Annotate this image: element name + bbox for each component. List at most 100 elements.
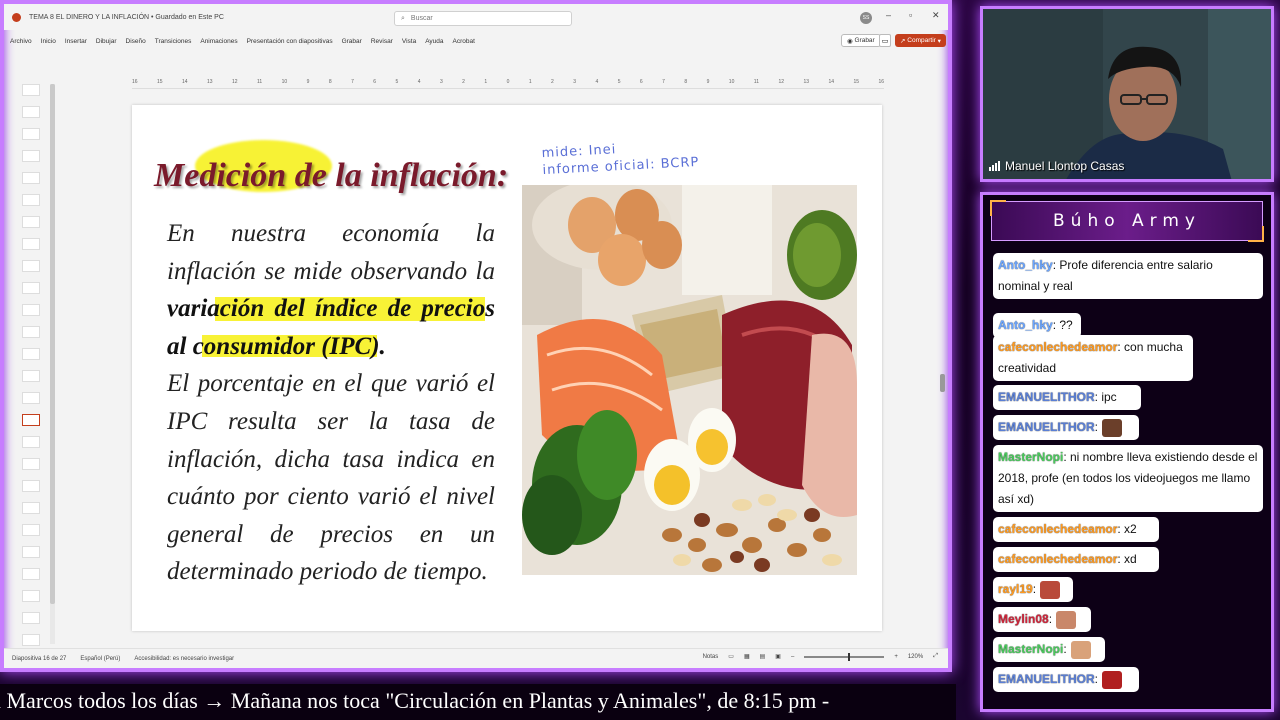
ruler-tick: 6 [639, 79, 643, 85]
slide-thumbnail[interactable] [22, 194, 40, 206]
slide-title: Medición de la inflación: [154, 157, 509, 194]
slide-thumbnail[interactable] [22, 370, 40, 382]
chat-username[interactable]: cafeconlechedeamor [998, 522, 1117, 536]
notes-button[interactable]: Notas [703, 654, 719, 660]
maximize-icon[interactable]: ▫ [909, 10, 912, 20]
accessibility-status[interactable]: Accesibilidad: es necesario investigar [134, 656, 234, 662]
slide-thumbnail[interactable] [22, 634, 40, 646]
chat-username[interactable]: EMANUELITHOR [998, 390, 1095, 404]
slide-thumbnail[interactable] [22, 590, 40, 602]
food-photo [522, 185, 857, 575]
language-indicator[interactable]: Español (Perú) [80, 656, 120, 662]
chat-message: EMANUELITHOR: ipc [993, 385, 1141, 410]
search-icon: ⌕ [401, 14, 405, 22]
body-line: El porcentaje en el que varió el [167, 370, 495, 398]
ribbon-tab[interactable]: Animaciones [200, 38, 237, 45]
ribbon-tab[interactable]: Acrobat [453, 38, 475, 45]
presenter-icon[interactable]: ▣ [775, 653, 781, 660]
minimize-icon[interactable]: – [886, 10, 891, 20]
slide-thumbnail[interactable] [22, 348, 40, 360]
zoom-slider[interactable] [804, 652, 885, 661]
ribbon-tab[interactable]: Presentación con diapositivas [247, 38, 333, 45]
slide-thumbnail[interactable] [22, 326, 40, 338]
chat-username[interactable]: cafeconlechedeamor [998, 340, 1117, 354]
search-input[interactable]: ⌕ Buscar [394, 11, 572, 26]
slide-thumbnail[interactable] [22, 304, 40, 316]
ribbon-tab[interactable]: Archivo [10, 38, 32, 45]
slide-thumbnail[interactable] [22, 458, 40, 470]
ruler-tick: 1 [528, 79, 532, 85]
ruler-tick: 4 [595, 79, 599, 85]
chat-text: : [1048, 612, 1053, 626]
slide-thumbnail[interactable] [22, 238, 40, 250]
slide-thumbnail[interactable] [22, 568, 40, 580]
body-line: variación del índice de precios [167, 295, 495, 323]
chat-username[interactable]: MasterNopi [998, 450, 1063, 464]
normal-view-icon[interactable]: ▭ [728, 653, 734, 660]
zoom-in-icon[interactable]: + [894, 654, 898, 660]
ribbon-tab[interactable]: Diseño [126, 38, 146, 45]
share-button[interactable]: ↗ Compartir ▾ [895, 34, 946, 47]
ribbon-tab[interactable]: Ayuda [425, 38, 443, 45]
ribbon-tab[interactable]: Inicio [41, 38, 56, 45]
emote-icon [1056, 610, 1077, 629]
slide-thumbnail[interactable] [22, 216, 40, 228]
ruler-tick: 0 [506, 79, 510, 85]
reading-view-icon[interactable]: ▤ [760, 653, 766, 660]
record-button[interactable]: ◉ Grabar [841, 34, 881, 47]
ribbon-tab[interactable]: Dibujar [96, 38, 117, 45]
body-line: IPC resulta ser la tasa de [167, 407, 495, 435]
slide-thumbnail[interactable] [22, 282, 40, 294]
slide-thumbnail[interactable] [22, 480, 40, 492]
slide-thumbnail[interactable] [22, 546, 40, 558]
slide-scrollbar[interactable] [940, 94, 945, 614]
chat-username[interactable]: cafeconlechedeamor [998, 552, 1117, 566]
ruler-tick: 12 [778, 79, 784, 85]
close-icon[interactable]: ✕ [932, 10, 940, 21]
slide-thumbnail[interactable] [22, 502, 40, 514]
ribbon-tab[interactable]: Transiciones [155, 38, 192, 45]
comments-icon[interactable]: ▭ [879, 34, 891, 47]
avatar[interactable]: SS [860, 12, 872, 24]
chat-message: MasterNopi: [993, 637, 1105, 662]
slide-sorter-icon[interactable]: ▦ [744, 653, 750, 660]
chat-username[interactable]: Anto_hky [998, 258, 1053, 272]
chat-username[interactable]: Meylin08 [998, 612, 1049, 626]
slide-thumbnail[interactable] [22, 150, 40, 162]
zoom-out-icon[interactable]: – [791, 654, 794, 660]
chat-username[interactable]: EMANUELITHOR [998, 672, 1095, 686]
chat-username[interactable]: MasterNopi [998, 642, 1063, 656]
ruler-tick: 13 [803, 79, 809, 85]
slide-thumbnail[interactable] [22, 128, 40, 140]
ribbon-tab[interactable]: Revisar [371, 38, 393, 45]
chat-text: : [1032, 582, 1037, 596]
zoom-level[interactable]: 120% [908, 654, 923, 660]
fit-slide-icon[interactable]: ⤢ [933, 653, 938, 660]
ruler-tick: 10 [728, 79, 735, 85]
ruler-tick: 13 [207, 79, 213, 85]
ruler-tick: 16 [132, 79, 138, 85]
chat-message: MasterNopi: ni nombre lleva existiendo d… [993, 445, 1263, 512]
thumbnail-scrollbar[interactable] [50, 84, 55, 644]
slide-thumbnail[interactable] [22, 106, 40, 118]
chat-username[interactable]: Anto_hky [998, 318, 1053, 332]
slide-thumbnail[interactable] [22, 392, 40, 404]
slide-thumbnail[interactable] [22, 612, 40, 624]
slide-thumbnail[interactable] [22, 436, 40, 448]
chat-message: rayl19: [993, 577, 1073, 602]
slide-thumbnail[interactable] [22, 414, 40, 426]
ribbon-tab[interactable]: Vista [402, 38, 416, 45]
slide-thumbnail[interactable] [22, 524, 40, 536]
slide-thumbnail[interactable] [22, 84, 40, 96]
body-line: cuánto por ciento varió el nivel [167, 483, 495, 511]
chat-username[interactable]: EMANUELITHOR [998, 420, 1095, 434]
ribbon-tab[interactable]: Insertar [65, 38, 87, 45]
ribbon-tabs: Archivo Inicio Insertar Dibujar Diseño Transi… [4, 32, 948, 50]
chat-username[interactable]: rayl19 [998, 582, 1033, 596]
slide-thumbnail[interactable] [22, 172, 40, 184]
chat-message: cafeconlechedeamor: xd [993, 547, 1159, 572]
ribbon-tab[interactable]: Grabar [342, 38, 362, 45]
body-line: inflación se mide observando la [167, 257, 495, 285]
share-label: Compartir [907, 37, 936, 44]
slide-thumbnail[interactable] [22, 260, 40, 272]
